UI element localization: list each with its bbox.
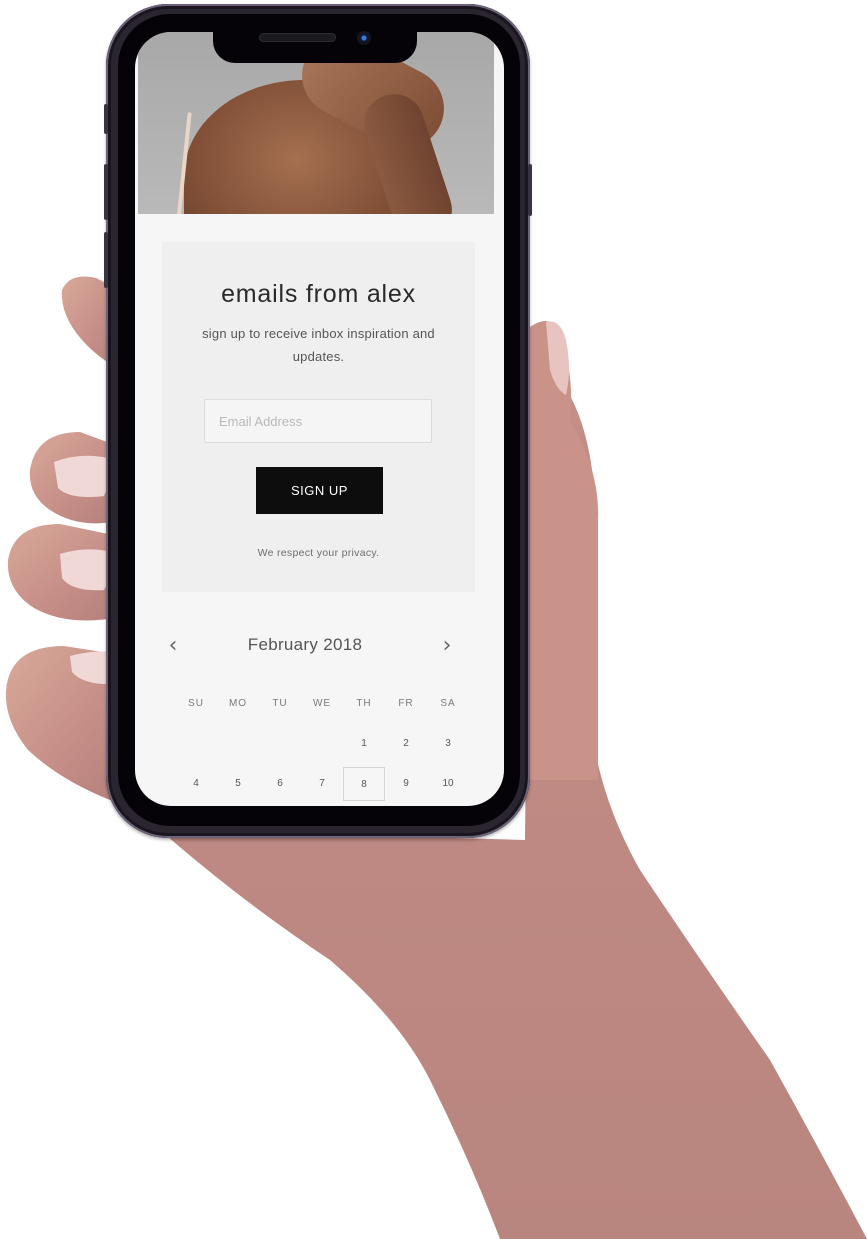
- calendar-header: ‹ February 2018 ›: [150, 632, 460, 662]
- week-row: 4 5 6 7 8 9 10: [175, 764, 469, 804]
- weekday-label: TU: [272, 698, 288, 709]
- signup-card: emails from alex sign up to receive inbo…: [162, 242, 475, 592]
- calendar-day[interactable]: 3: [427, 727, 469, 761]
- calendar-day: [301, 727, 343, 761]
- calendar-day[interactable]: 4: [175, 767, 217, 801]
- signup-button[interactable]: SIGN UP: [256, 467, 383, 514]
- volume-up-button: [104, 164, 108, 220]
- calendar-day[interactable]: 1: [343, 727, 385, 761]
- chevron-right-icon[interactable]: ›: [436, 634, 458, 658]
- calendar-month-label: February 2018: [247, 635, 363, 654]
- calendar-day[interactable]: 2: [385, 727, 427, 761]
- calendar-day[interactable]: 6: [259, 767, 301, 801]
- power-button: [528, 164, 532, 216]
- calendar-day: [175, 727, 217, 761]
- side-button: [104, 104, 108, 134]
- calendar-day[interactable]: 10: [427, 767, 469, 801]
- signup-subtitle: sign up to receive inbox inspiration and…: [202, 326, 435, 364]
- speaker-grille: [259, 33, 336, 42]
- phone-screen: emails from alex sign up to receive inbo…: [135, 32, 504, 806]
- phone-notch: [213, 26, 417, 63]
- calendar-day: [259, 727, 301, 761]
- email-input[interactable]: [204, 399, 432, 443]
- weekday-label: MO: [228, 698, 248, 709]
- weekday-row: SU MO TU WE TH FR SA: [175, 692, 469, 716]
- weekday-label: FR: [398, 698, 414, 709]
- front-camera-icon: [357, 31, 371, 45]
- weekday-label: SA: [440, 698, 456, 709]
- volume-down-button: [104, 232, 108, 288]
- privacy-note: We respect your privacy.: [257, 547, 380, 559]
- calendar-day[interactable]: 7: [301, 767, 343, 801]
- weekday-label: SU: [188, 698, 204, 709]
- calendar-day[interactable]: 5: [217, 767, 259, 801]
- weekday-label: WE: [312, 698, 332, 709]
- week-row: 1 2 3: [175, 724, 469, 764]
- calendar-day-selected[interactable]: 8: [343, 767, 385, 801]
- calendar-day[interactable]: 9: [385, 767, 427, 801]
- signup-title: emails from alex: [221, 280, 416, 308]
- calendar-day: [217, 727, 259, 761]
- weekday-label: TH: [356, 698, 372, 709]
- calendar-grid: SU MO TU WE TH FR SA 1 2 3 4 5 6 7 8 9 1…: [175, 692, 469, 804]
